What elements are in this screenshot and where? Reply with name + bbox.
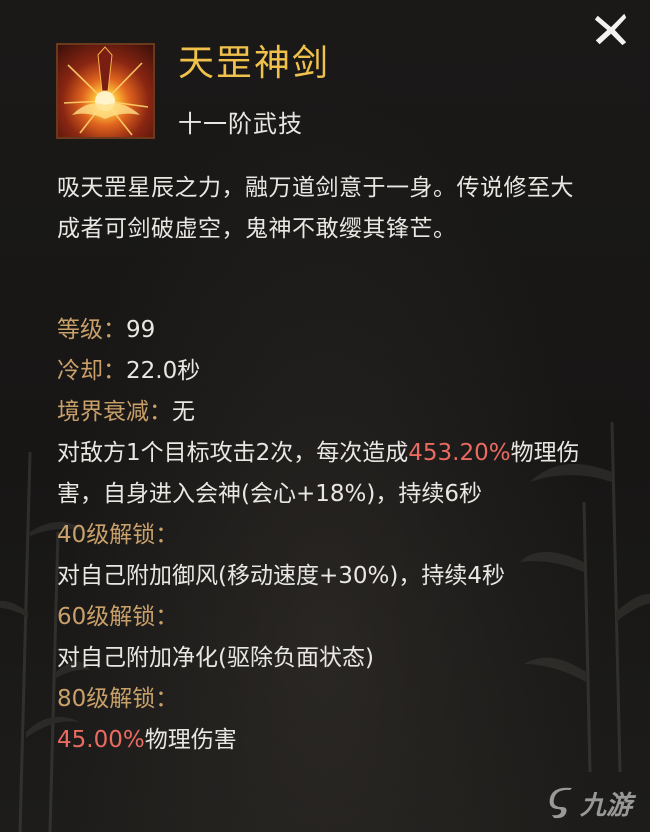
unlock-40: 40级解锁： 对自己附加御风(移动速度+30%)，持续4秒	[57, 515, 597, 597]
skill-rank: 十一阶武技	[178, 110, 303, 138]
unlock-description: 45.00%物理伤害	[57, 720, 597, 761]
unlock-desc-text: 物理伤害	[144, 727, 237, 753]
level-row: 等级：99	[57, 310, 597, 351]
realm-decay-label: 境界衰减：	[57, 399, 172, 425]
sword-burst-icon	[63, 46, 149, 136]
level-value: 99	[126, 317, 156, 343]
unlock-desc-text: 对自己附加净化(驱除负面状态)	[57, 645, 374, 671]
effect-text-part1: 对敌方1个目标攻击2次，每次造成	[57, 440, 409, 466]
damage-percent: 453.20%	[408, 440, 511, 466]
skill-stats: 等级：99 冷却：22.0秒 境界衰减：无 对敌方1个目标攻击2次，每次造成45…	[57, 310, 597, 761]
skill-description: 吸天罡星辰之力，融万道剑意于一身。传说修至大成者可剑破虚空，鬼神不敢缨其锋芒。	[57, 175, 574, 242]
unlock-60: 60级解锁： 对自己附加净化(驱除负面状态)	[57, 597, 597, 679]
unlock-header: 60级解锁：	[57, 604, 179, 630]
watermark: 九游	[548, 785, 632, 822]
unlock-description: 对自己附加御风(移动速度+30%)，持续4秒	[57, 556, 597, 597]
unlock-desc-text: 对自己附加御风(移动速度+30%)，持续4秒	[57, 563, 505, 589]
cooldown-value: 22.0秒	[126, 358, 201, 384]
close-icon[interactable]	[592, 10, 630, 48]
skill-effect: 对敌方1个目标攻击2次，每次造成453.20%物理伤害，自身进入会神(会心+18…	[57, 433, 597, 515]
unlock-header: 40级解锁：	[57, 522, 179, 548]
cooldown-label: 冷却：	[57, 358, 126, 384]
unlock-header: 80级解锁：	[57, 686, 179, 712]
level-label: 等级：	[57, 317, 126, 343]
skill-title: 天罡神剑	[178, 43, 331, 84]
jiuyou-logo-icon	[549, 787, 572, 818]
unlock-80: 80级解锁： 45.00%物理伤害	[57, 679, 597, 761]
unlock-damage-percent: 45.00%	[57, 727, 145, 753]
realm-decay-row: 境界衰减：无	[57, 392, 597, 433]
realm-decay-value: 无	[172, 399, 195, 425]
skill-detail-panel: 天罡神剑 十一阶武技 吸天罡星辰之力，融万道剑意于一身。传说修至大成者可剑破虚空…	[0, 0, 650, 832]
unlock-description: 对自己附加净化(驱除负面状态)	[57, 638, 597, 679]
flaming-sword-skill-icon	[56, 43, 155, 139]
watermark-text: 九游	[579, 791, 632, 821]
cooldown-row: 冷却：22.0秒	[57, 351, 597, 392]
